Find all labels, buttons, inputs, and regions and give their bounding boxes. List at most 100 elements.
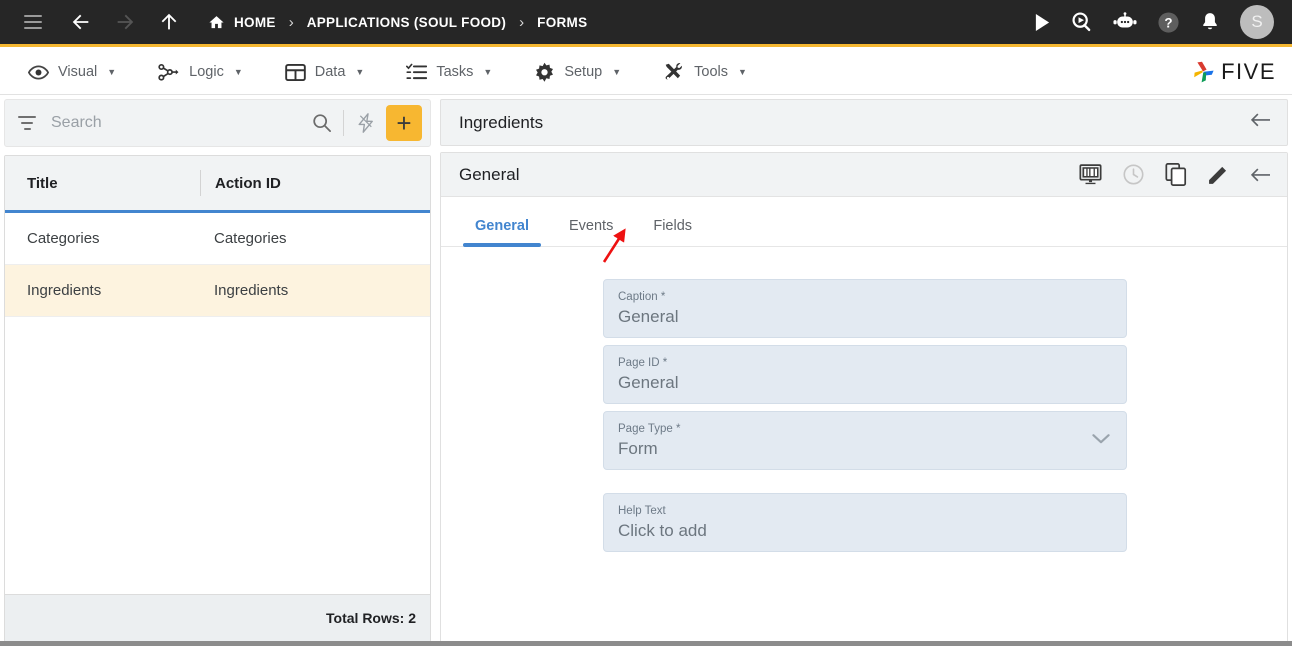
field-page-id[interactable]: Page ID * General — [603, 345, 1127, 404]
field-help-text[interactable]: Help Text Click to add — [603, 493, 1127, 552]
column-header-action-id[interactable]: Action ID — [200, 170, 430, 196]
detail-subtitle: General — [459, 164, 520, 184]
menu-item-setup[interactable]: Setup ▼ — [520, 62, 635, 83]
breadcrumb-label-applications: APPLICATIONS (SOUL FOOD) — [306, 14, 507, 30]
avatar[interactable]: S — [1240, 5, 1274, 39]
help-icon[interactable]: ? — [1157, 11, 1180, 34]
brand-text: FIVE — [1221, 59, 1276, 84]
svg-text:?: ? — [1164, 15, 1172, 30]
field-value-page-id: General — [618, 373, 679, 392]
up-arrow-icon[interactable] — [158, 11, 180, 33]
grid-body: Categories Categories Ingredients Ingred… — [5, 213, 430, 594]
back-arrow-icon[interactable] — [1249, 165, 1271, 185]
detail-panel: Ingredients General General Events Field… — [440, 99, 1288, 646]
field-page-type[interactable]: Page Type * Form — [603, 411, 1127, 470]
menu-item-tasks[interactable]: Tasks ▼ — [392, 62, 506, 82]
breadcrumb-item-home[interactable]: HOME — [208, 14, 276, 31]
breadcrumb-item-applications[interactable]: APPLICATIONS (SOUL FOOD) — [307, 15, 506, 30]
detail-tabs: General Events Fields — [441, 197, 1287, 247]
bell-icon[interactable] — [1200, 11, 1220, 33]
list-panel: + Title Action ID Categories Categories … — [4, 99, 431, 642]
back-arrow-icon[interactable] — [70, 11, 92, 33]
grid-footer: Total Rows: 2 — [5, 594, 430, 641]
column-header-title[interactable]: Title — [5, 156, 200, 210]
chevron-down-icon: ▼ — [738, 67, 747, 77]
menu-item-visual[interactable]: Visual ▼ — [14, 62, 130, 83]
toolbar-divider — [343, 110, 344, 136]
copy-icon[interactable] — [1165, 163, 1187, 186]
tab-events[interactable]: Events — [557, 218, 625, 246]
detail-header: Ingredients — [440, 99, 1288, 146]
edit-pencil-icon[interactable] — [1207, 164, 1229, 186]
add-button[interactable]: + — [386, 105, 422, 141]
history-clock-icon[interactable] — [1122, 163, 1145, 186]
five-pinwheel-icon — [1194, 61, 1214, 83]
breadcrumb-label-home: HOME — [234, 14, 276, 30]
chevron-down-icon: ▼ — [233, 67, 243, 77]
tab-general[interactable]: General — [463, 218, 541, 247]
checklist-icon — [406, 63, 428, 80]
menu-item-tools[interactable]: Tools ▼ — [649, 62, 761, 83]
add-button-label: + — [396, 108, 412, 138]
field-label-caption: Caption * — [618, 291, 666, 303]
menu-label-visual: Visual — [58, 64, 98, 80]
home-icon — [209, 15, 224, 28]
tools-icon — [665, 62, 683, 79]
chevron-down-icon: ▼ — [612, 67, 622, 77]
eye-icon — [28, 64, 49, 80]
forward-arrow-icon[interactable] — [114, 11, 136, 33]
total-rows-label: Total Rows: 2 — [326, 610, 416, 626]
chevron-down-icon: ▼ — [483, 67, 493, 77]
detail-body: General General Events Fields Caption * … — [440, 152, 1288, 646]
field-caption[interactable]: Caption * General — [603, 279, 1127, 338]
menu-label-logic: Logic — [189, 64, 224, 80]
records-grid: Title Action ID Categories Categories In… — [4, 155, 431, 642]
breadcrumb-separator-2: › — [519, 13, 525, 31]
chevron-down-icon: ▼ — [107, 67, 117, 77]
flow-icon — [158, 63, 179, 81]
tab-label-events: Events — [569, 218, 614, 234]
search-play-icon[interactable] — [1071, 11, 1093, 33]
bottom-scrollbar[interactable] — [0, 641, 1292, 646]
back-arrow-icon[interactable] — [1249, 110, 1271, 135]
lightning-icon[interactable] — [355, 112, 377, 134]
detail-toolbar — [1079, 163, 1271, 186]
tab-label-general: General — [475, 218, 529, 234]
filter-icon[interactable] — [17, 116, 37, 130]
table-row[interactable]: Categories Categories — [5, 213, 430, 265]
play-icon[interactable] — [1034, 13, 1051, 32]
display-designer-icon[interactable] — [1079, 163, 1102, 186]
field-value-caption: General — [618, 307, 679, 326]
detail-subheader: General — [441, 153, 1287, 197]
table-icon — [284, 63, 306, 81]
tab-label-fields: Fields — [653, 218, 693, 234]
table-row[interactable]: Ingredients Ingredients — [5, 265, 430, 317]
tab-fields[interactable]: Fields — [641, 218, 704, 246]
field-value-help-text: Click to add — [618, 521, 707, 540]
robot-icon[interactable] — [1113, 12, 1137, 32]
menu-item-logic[interactable]: Logic ▼ — [144, 62, 257, 83]
app-root: HOME › APPLICATIONS (SOUL FOOD) › FORMS — [0, 0, 1292, 646]
gear-icon — [536, 62, 554, 82]
main-menu-bar: Visual ▼ Logic ▼ Data ▼ Tasks ▼ Setup ▼ … — [0, 50, 1292, 95]
form-fields-area: Caption * General Page ID * General Page… — [441, 247, 1287, 646]
menu-label-data: Data — [314, 64, 346, 80]
brand-logo: FIVE — [1190, 59, 1292, 85]
menu-label-setup: Setup — [564, 64, 603, 80]
breadcrumb-item-forms[interactable]: FORMS — [537, 15, 587, 30]
breadcrumb-separator-1: › — [288, 13, 294, 31]
chevron-down-icon: ▼ — [355, 67, 365, 77]
cell-title: Ingredients — [27, 282, 102, 299]
grid-header-row: Title Action ID — [5, 156, 430, 213]
menu-label-tools: Tools — [694, 64, 728, 80]
top-navigation-bar: HOME › APPLICATIONS (SOUL FOOD) › FORMS — [0, 0, 1292, 47]
search-icon[interactable] — [312, 113, 332, 133]
menu-label-tasks: Tasks — [436, 64, 474, 80]
chevron-down-icon[interactable] — [1092, 432, 1110, 450]
menu-item-data[interactable]: Data ▼ — [271, 63, 379, 82]
field-value-page-type: Form — [618, 439, 658, 458]
search-input[interactable] — [37, 114, 312, 132]
field-label-page-type: Page Type * — [618, 423, 681, 435]
menu-icon[interactable] — [24, 15, 42, 29]
cell-action-id: Categories — [214, 230, 287, 247]
